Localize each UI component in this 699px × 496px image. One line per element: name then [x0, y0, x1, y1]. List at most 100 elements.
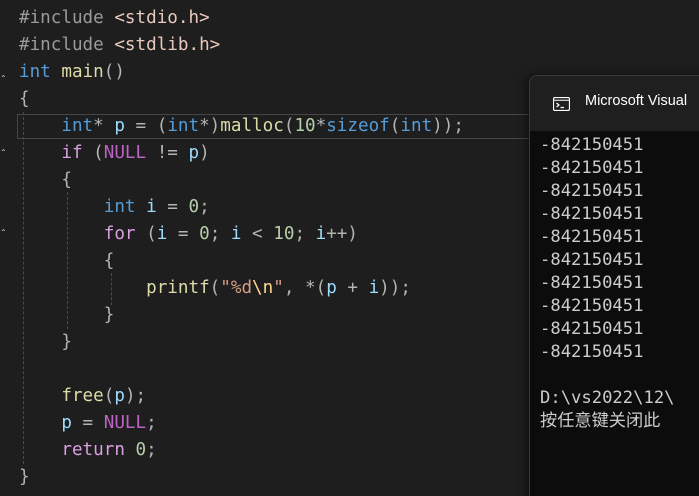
code-line[interactable]: int main() — [19, 59, 125, 86]
code-token: int — [103, 197, 136, 217]
screen: ⌃ ⌃ ⌃ #include <stdio.h> #include <stdlib… — [0, 0, 699, 496]
code-token: int — [400, 116, 433, 136]
code-token: = — [71, 413, 104, 433]
code-token: () — [103, 62, 125, 82]
console-output-line: -842150451 — [540, 319, 644, 339]
code-token: ); — [124, 386, 147, 406]
code-line[interactable]: } — [19, 464, 30, 491]
code-line[interactable]: #include <stdlib.h> — [19, 32, 220, 59]
code-token: p — [188, 143, 200, 163]
code-token: , *( — [283, 278, 327, 298]
console-output-line: -842150451 — [540, 273, 644, 293]
code-line[interactable]: if (NULL != p) — [19, 140, 210, 167]
code-token: } — [19, 305, 115, 325]
fold-marker-icon[interactable]: ⌃ — [0, 149, 7, 157]
fold-marker-icon[interactable]: ⌃ — [0, 75, 7, 83]
code-line[interactable]: { — [19, 86, 30, 113]
code-token: } — [19, 467, 30, 487]
console-output-line: -842150451 — [540, 296, 644, 316]
code-token: i — [368, 278, 380, 298]
code-token: ( — [82, 143, 104, 163]
code-token: NULL — [103, 413, 147, 433]
code-token: { — [19, 170, 72, 190]
code-token: ; — [146, 440, 157, 460]
code-line[interactable]: for (i = 0; i < 10; i++) — [19, 221, 358, 248]
console-output-line: 按任意键关闭此 — [540, 411, 661, 431]
code-token: )); — [379, 278, 411, 298]
console-output-line: -842150451 — [540, 135, 644, 155]
terminal-icon — [553, 97, 570, 111]
code-token: if — [61, 143, 83, 163]
code-token: p — [114, 386, 125, 406]
code-token: * — [93, 116, 115, 136]
fold-marker-icon[interactable]: ⌃ — [0, 229, 7, 237]
code-token: *) — [199, 116, 221, 136]
code-token: int — [19, 62, 51, 82]
code-token: for — [103, 224, 136, 244]
code-token: ) — [199, 143, 210, 163]
code-token: ; — [146, 413, 157, 433]
console-output-line: -842150451 — [540, 342, 644, 362]
code-line[interactable]: return 0; — [19, 437, 157, 464]
code-token: malloc — [220, 116, 284, 136]
code-token: { — [19, 89, 30, 109]
code-token: ; — [209, 224, 231, 244]
code-token: ++) — [326, 224, 358, 244]
code-token: #include — [19, 35, 115, 55]
code-token: main — [61, 62, 104, 82]
console-window[interactable]: Microsoft Visual -842150451 -842150451 -84… — [529, 75, 699, 496]
code-line[interactable]: { — [19, 167, 72, 194]
console-output-line: -842150451 — [540, 158, 644, 178]
code-token: <stdlib.h> — [114, 35, 221, 55]
code-token: i — [156, 224, 168, 244]
code-token: free — [61, 386, 104, 406]
code-token: int — [61, 116, 94, 136]
code-token: ( — [283, 116, 295, 136]
code-token: = ( — [124, 116, 168, 136]
code-token: sizeof — [326, 116, 390, 136]
console-output-line: -842150451 — [540, 250, 644, 270]
code-token: != — [146, 143, 189, 163]
code-token: return — [61, 440, 125, 460]
code-token: p — [61, 413, 72, 433]
code-token: int — [167, 116, 200, 136]
code-line[interactable]: } — [19, 302, 115, 329]
code-token: i — [315, 224, 327, 244]
code-token: " — [273, 278, 284, 298]
console-titlebar[interactable]: Microsoft Visual — [530, 76, 699, 131]
code-token: + — [336, 278, 369, 298]
code-line[interactable]: int* p = (int*)malloc(10*sizeof(int)); — [19, 113, 464, 140]
editor-gutter: ⌃ ⌃ ⌃ — [0, 0, 10, 496]
console-output-line: -842150451 — [540, 227, 644, 247]
console-title: Microsoft Visual — [585, 93, 688, 109]
code-line[interactable]: } — [19, 329, 72, 356]
code-token: "%d — [220, 278, 253, 298]
code-line[interactable]: p = NULL; — [19, 410, 157, 437]
code-token: * — [315, 116, 327, 136]
console-output-line: -842150451 — [540, 204, 644, 224]
code-line[interactable]: int i = 0; — [19, 194, 210, 221]
code-token: = — [167, 224, 200, 244]
code-token: { — [19, 251, 115, 271]
code-token: ( — [389, 116, 401, 136]
code-token: i — [146, 197, 157, 217]
code-token: i — [230, 224, 242, 244]
console-output-line: -842150451 — [540, 181, 644, 201]
code-token: <stdio.h> — [114, 8, 210, 28]
code-token: 0 — [199, 224, 210, 244]
code-line[interactable]: free(p); — [19, 383, 146, 410]
code-line[interactable]: #include <stdio.h> — [19, 5, 210, 32]
code-line[interactable]: printf("%d\n", *(p + i)); — [19, 275, 411, 302]
code-line[interactable]: { — [19, 248, 115, 275]
code-token: } — [19, 332, 72, 352]
code-token: ; — [199, 197, 210, 217]
